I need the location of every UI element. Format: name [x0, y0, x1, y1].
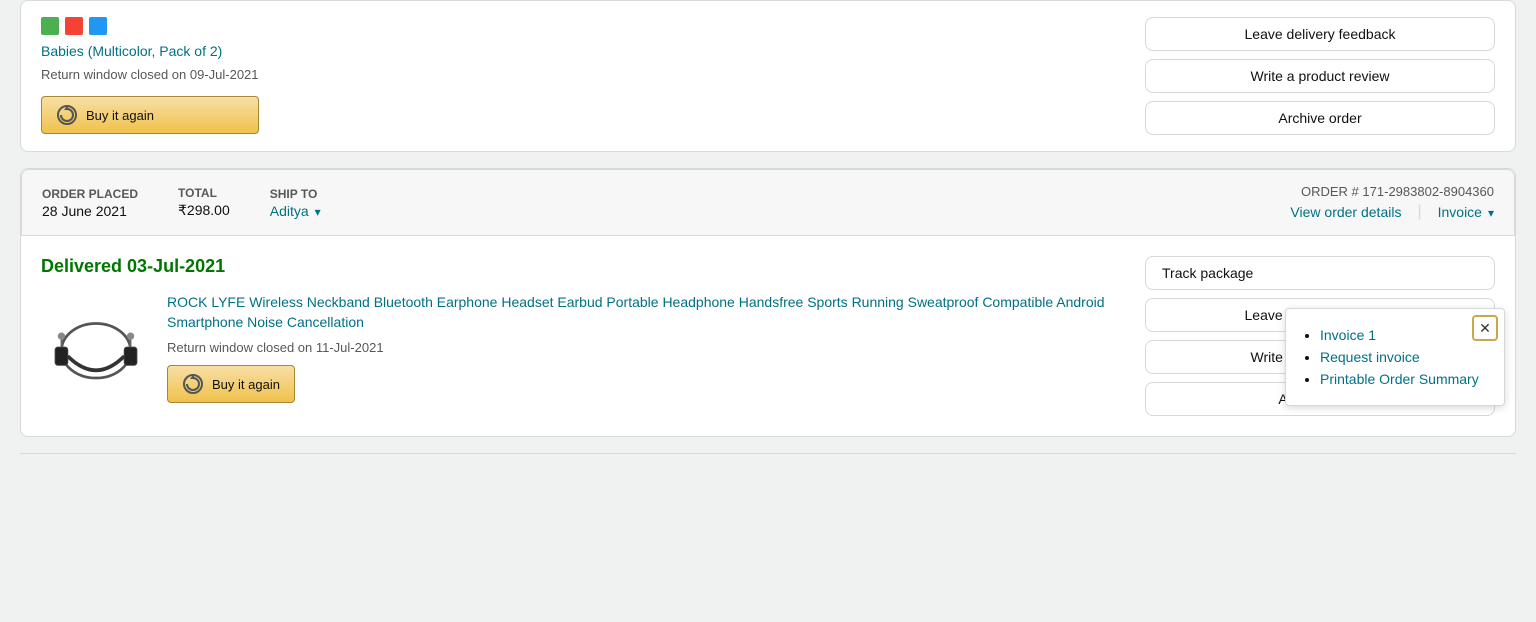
color-swatch-blue — [89, 17, 107, 35]
order-number: ORDER # 171-2983802-8904360 — [1301, 184, 1494, 199]
page-wrapper: Babies (Multicolor, Pack of 2) Return wi… — [0, 0, 1536, 454]
color-swatch-red — [65, 17, 83, 35]
top-buy-again-button[interactable]: Buy it again — [41, 96, 259, 134]
product-name-link[interactable]: ROCK LYFE Wireless Neckband Bluetooth Ea… — [167, 293, 1125, 332]
invoice-popup-list: Invoice 1 Request invoice Printable Orde… — [1302, 327, 1488, 387]
delivery-status: Delivered 03-Jul-2021 — [41, 256, 1125, 277]
refresh-icon — [56, 104, 78, 126]
invoice-popup-item-1: Invoice 1 — [1320, 327, 1488, 343]
ship-to-group: SHIP TO Aditya — [270, 187, 321, 219]
ship-to-chevron-icon — [313, 203, 321, 219]
invoice-chevron-icon — [1486, 204, 1494, 220]
return-window: Return window closed on 11-Jul-2021 — [167, 340, 1125, 355]
order-placed-group: ORDER PLACED 28 June 2021 — [42, 187, 138, 219]
total-value: ₹298.00 — [178, 202, 230, 219]
write-product-review-top-button[interactable]: Write a product review — [1145, 59, 1495, 93]
actions-column: Track package Leave delivery feedback Wr… — [1145, 256, 1495, 416]
color-swatch-green — [41, 17, 59, 35]
order-placed-label: ORDER PLACED — [42, 187, 138, 201]
order-header: ORDER PLACED 28 June 2021 TOTAL ₹298.00 … — [21, 169, 1515, 236]
archive-order-top-button[interactable]: Archive order — [1145, 101, 1495, 135]
refresh-icon-2 — [182, 373, 204, 395]
track-package-button[interactable]: Track package — [1145, 256, 1495, 290]
ship-to-label: SHIP TO — [270, 187, 321, 201]
order-header-right: ORDER # 171-2983802-8904360 View order d… — [1290, 184, 1494, 221]
top-actions-column: Leave delivery feedback Write a product … — [1145, 17, 1495, 135]
product-details: ROCK LYFE Wireless Neckband Bluetooth Ea… — [167, 293, 1125, 403]
top-return-window: Return window closed on 09-Jul-2021 — [41, 67, 259, 82]
invoice-popup-item-3: Printable Order Summary — [1320, 371, 1488, 387]
request-invoice-link[interactable]: Request invoice — [1320, 349, 1420, 365]
order-placed-value: 28 June 2021 — [42, 203, 138, 219]
top-order-card: Babies (Multicolor, Pack of 2) Return wi… — [20, 0, 1516, 152]
invoice-popup-item-2: Request invoice — [1320, 349, 1488, 365]
ship-to-link[interactable]: Aditya — [270, 203, 321, 219]
top-product-section: Babies (Multicolor, Pack of 2) Return wi… — [41, 17, 1145, 134]
invoice-popup-close-button[interactable]: ✕ — [1472, 315, 1498, 341]
link-separator: | — [1417, 203, 1421, 221]
order-links: View order details | Invoice — [1290, 203, 1494, 221]
order-card-2: ORDER PLACED 28 June 2021 TOTAL ₹298.00 … — [20, 168, 1516, 437]
product-section: Delivered 03-Jul-2021 — [41, 256, 1125, 403]
buy-again-button[interactable]: Buy it again — [167, 365, 295, 403]
product-image-container — [41, 293, 151, 403]
leave-delivery-feedback-top-button[interactable]: Leave delivery feedback — [1145, 17, 1495, 51]
product-image — [46, 298, 146, 398]
total-group: TOTAL ₹298.00 — [178, 186, 230, 219]
invoice-popup: ✕ Invoice 1 Request invoice Printable Or… — [1285, 308, 1505, 406]
invoice-1-link[interactable]: Invoice 1 — [1320, 327, 1376, 343]
view-order-details-link[interactable]: View order details — [1290, 204, 1401, 220]
track-package-label: Track package — [1162, 265, 1253, 281]
total-label: TOTAL — [178, 186, 230, 200]
invoice-dropdown-trigger[interactable]: Invoice — [1438, 204, 1494, 220]
printable-order-summary-link[interactable]: Printable Order Summary — [1320, 371, 1479, 387]
bottom-divider — [20, 453, 1516, 454]
top-product-name[interactable]: Babies (Multicolor, Pack of 2) — [41, 43, 259, 59]
ship-to-value: Aditya — [270, 203, 309, 219]
order-content: Delivered 03-Jul-2021 — [21, 236, 1515, 436]
product-row: ROCK LYFE Wireless Neckband Bluetooth Ea… — [41, 293, 1125, 403]
